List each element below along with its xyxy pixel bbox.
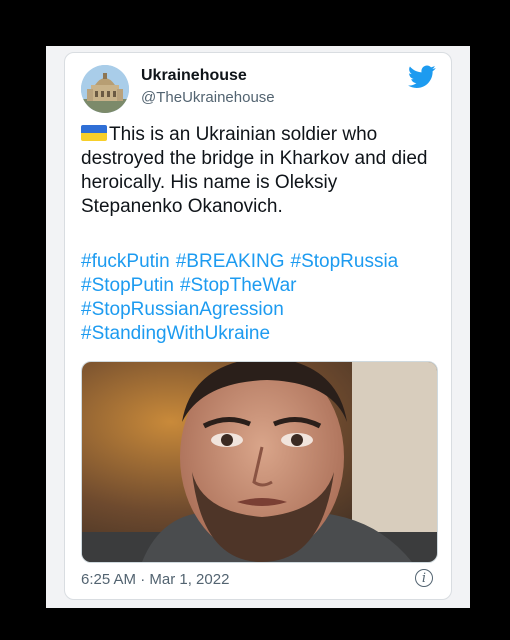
user-handle[interactable]: @TheUkrainehouse <box>141 89 275 106</box>
tweet-body: This is an Ukrainian soldier who destroy… <box>81 123 431 219</box>
tweet-timestamp[interactable]: 6:25 AM · Mar 1, 2022 <box>81 571 229 588</box>
info-icon[interactable]: i <box>415 569 433 587</box>
hashtag-link[interactable]: #StopPutin <box>81 274 174 298</box>
hashtag-link[interactable]: #StopRussia <box>291 250 399 274</box>
tweet-card[interactable]: Ukrainehouse @TheUkrainehouse This is an… <box>64 52 452 600</box>
hashtag-link[interactable]: #StopTheWar <box>180 274 297 298</box>
twitter-bird-icon[interactable] <box>408 65 436 89</box>
hashtag-link[interactable]: #StopRussianAgression <box>81 298 284 322</box>
display-name[interactable]: Ukrainehouse <box>141 67 247 85</box>
hashtag-link[interactable]: #StandingWithUkraine <box>81 322 270 346</box>
avatar[interactable] <box>81 65 129 113</box>
hashtag-link[interactable]: #BREAKING <box>176 250 285 274</box>
hashtag-link[interactable]: #fuckPutin <box>81 250 170 274</box>
tweet-text: This is an Ukrainian soldier who destroy… <box>81 124 428 217</box>
hashtag-list: #fuckPutin #BREAKING #StopRussia #StopPuti… <box>81 250 441 346</box>
ukraine-flag-icon <box>81 125 107 141</box>
tweet-photo[interactable] <box>81 361 438 563</box>
